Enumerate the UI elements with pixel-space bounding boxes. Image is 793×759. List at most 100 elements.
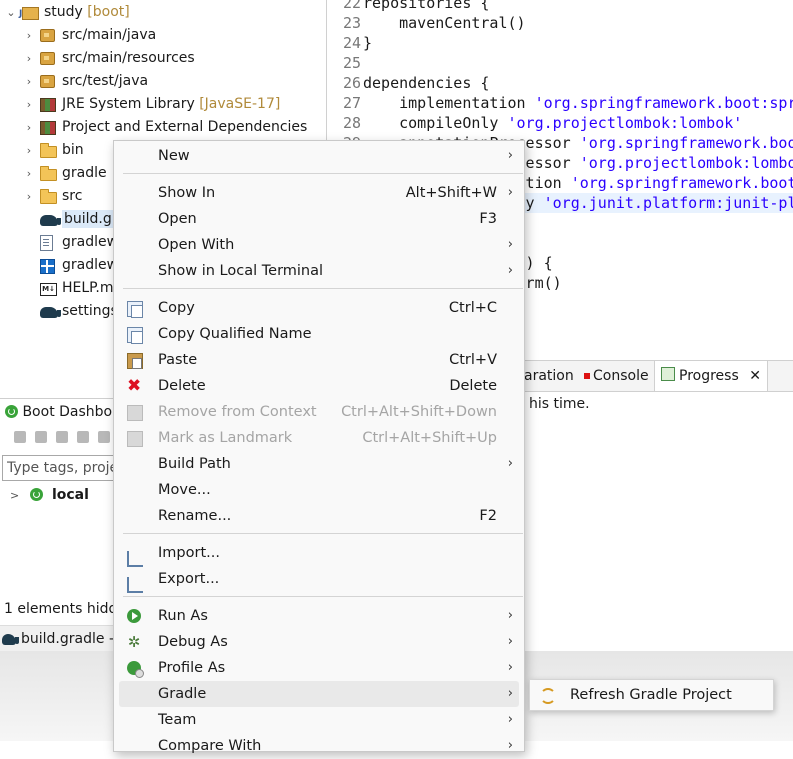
start-icon[interactable] (14, 431, 26, 443)
gradle-elephant-icon (40, 215, 61, 226)
chevron-right-icon[interactable]: › (22, 185, 36, 208)
menu-item-profile-as[interactable]: Profile As › (119, 655, 519, 681)
spring-boot-icon (5, 405, 18, 418)
tab-declaration[interactable]: aration (524, 361, 574, 391)
gradle-elephant-icon (40, 307, 61, 318)
tree-item-label: gradlew (62, 234, 119, 250)
chevron-right-icon[interactable]: › (22, 47, 36, 70)
chevron-right-icon[interactable]: › (22, 93, 36, 116)
stop-icon[interactable] (56, 431, 68, 443)
menu-item-label: Export... (158, 571, 220, 587)
code-line[interactable]: 26 dependencies { (327, 73, 793, 93)
chevron-right-icon: › (507, 686, 513, 701)
menu-item-label: Gradle (158, 686, 207, 702)
menu-item-show-in-local-terminal[interactable]: Show in Local Terminal › (119, 258, 519, 284)
chevron-right-icon[interactable]: › (22, 139, 36, 162)
menu-item-label: Mark as Landmark (158, 430, 293, 446)
gradle-elephant-icon (2, 634, 19, 645)
copy-icon (127, 301, 143, 318)
menu-item-shortcut: Alt+Shift+W (405, 185, 497, 201)
folder-icon (40, 189, 57, 204)
chevron-right-icon[interactable]: › (22, 162, 36, 185)
tab-progress[interactable]: Progress ✕ (654, 361, 768, 391)
tree-item-src-main-java[interactable]: › src/main/java (0, 24, 325, 47)
chevron-right-icon: › (507, 185, 513, 200)
chevron-right-icon[interactable]: › (22, 116, 36, 139)
menu-item-label: Move... (158, 482, 211, 498)
tree-item-src-test-java[interactable]: › src/test/java (0, 70, 325, 93)
console-toggle-icon[interactable] (98, 431, 110, 443)
line-number: 26 (342, 74, 361, 92)
menu-item-open-with[interactable]: Open With › (119, 232, 519, 258)
chevron-right-icon: › (507, 263, 513, 278)
windows-batch-icon (40, 259, 55, 274)
line-number: 28 (342, 114, 361, 132)
menu-item-move[interactable]: Move... (119, 477, 519, 503)
menu-item-gradle[interactable]: Gradle › (119, 681, 519, 707)
menu-item-open[interactable]: Open F3 (119, 206, 519, 232)
menu-item-import[interactable]: Import... (119, 540, 519, 567)
menu-item-run-as[interactable]: Run As › (119, 603, 519, 629)
open-browser-icon[interactable] (77, 431, 89, 443)
tab-console[interactable]: Console (584, 361, 649, 391)
folder-icon (40, 143, 57, 158)
boot-tree-item-local[interactable]: > local (10, 487, 89, 503)
code-line[interactable]: 22 repositories { (327, 0, 793, 13)
chevron-right-icon[interactable]: > (10, 489, 19, 502)
menu-item-label: Show In (158, 185, 216, 201)
menu-item-label: Build Path (158, 456, 231, 472)
menu-item-label: Import... (158, 545, 220, 561)
console-icon (584, 373, 590, 379)
tree-item-project-and-external-dependencies[interactable]: › Project and External Dependencies (0, 116, 325, 139)
code-line[interactable]: 23 mavenCentral() (327, 13, 793, 33)
menu-item-shortcut: F3 (479, 211, 497, 227)
tree-item-label: gradle (62, 165, 107, 181)
menu-item-label: Copy Qualified Name (158, 326, 312, 342)
source-package-icon (40, 29, 55, 42)
menu-item-label: Debug As (158, 634, 228, 650)
chevron-right-icon[interactable]: › (22, 70, 36, 93)
menu-item-copy[interactable]: Copy Ctrl+C (119, 295, 519, 321)
menu-separator (123, 596, 523, 597)
code-line[interactable]: 24} (327, 33, 793, 53)
code-text: implementation 'org.springframework.boot… (363, 94, 793, 112)
close-icon[interactable]: ✕ (749, 368, 761, 384)
tree-item-src-main-resources[interactable]: › src/main/resources (0, 47, 325, 70)
chevron-right-icon: › (507, 634, 513, 649)
code-line[interactable]: 27 implementation 'org.springframework.b… (327, 93, 793, 113)
tree-item-jre-system-library[interactable]: › JRE System Library [JavaSE-17] (0, 93, 325, 116)
menu-item-compare-with[interactable]: Compare With › (119, 733, 519, 759)
chevron-down-icon[interactable]: ⌄ (4, 1, 18, 24)
code-line[interactable]: 25 (327, 53, 793, 73)
landmark-icon (127, 431, 143, 447)
menu-item-debug-as[interactable]: ✲ Debug As › (119, 629, 519, 655)
menu-item-label: Paste (158, 352, 198, 368)
menu-item-delete[interactable]: ✖ Delete Delete (119, 373, 519, 399)
gradle-submenu: Refresh Gradle Project (529, 679, 774, 711)
export-icon (127, 577, 143, 593)
menu-item-team[interactable]: Team › (119, 707, 519, 733)
boot-dashboard-tab[interactable]: Boot Dashbo (5, 404, 112, 420)
boot-toolbar (14, 431, 119, 447)
code-line[interactable]: 28 compileOnly 'org.projectlombok:lombok… (327, 113, 793, 133)
copy-qualified-icon (127, 327, 143, 344)
tree-item-study[interactable]: ⌄ study [boot] (0, 1, 325, 26)
tree-item-label: src (62, 188, 83, 204)
chevron-right-icon[interactable]: › (22, 24, 36, 47)
menu-item-show-in[interactable]: Show In Alt+Shift+W › (119, 180, 519, 206)
debug-start-icon[interactable] (35, 431, 47, 443)
chevron-right-icon: › (507, 738, 513, 753)
chevron-right-icon: › (507, 456, 513, 471)
menu-item-paste[interactable]: Paste Ctrl+V (119, 347, 519, 373)
menu-item-export[interactable]: Export... (119, 566, 519, 593)
spring-boot-icon (30, 488, 44, 501)
debug-icon: ✲ (127, 633, 141, 651)
menu-item-build-path[interactable]: Build Path › (119, 451, 519, 477)
menu-item-new[interactable]: New › (119, 143, 519, 169)
source-package-icon (40, 75, 55, 88)
run-icon (127, 609, 141, 623)
menu-item-rename[interactable]: Rename... F2 (119, 503, 519, 529)
menu-item-copy-qualified-name[interactable]: Copy Qualified Name (119, 321, 519, 347)
menu-item-refresh-gradle-project[interactable]: Refresh Gradle Project (530, 680, 773, 710)
chevron-right-icon: › (507, 237, 513, 252)
